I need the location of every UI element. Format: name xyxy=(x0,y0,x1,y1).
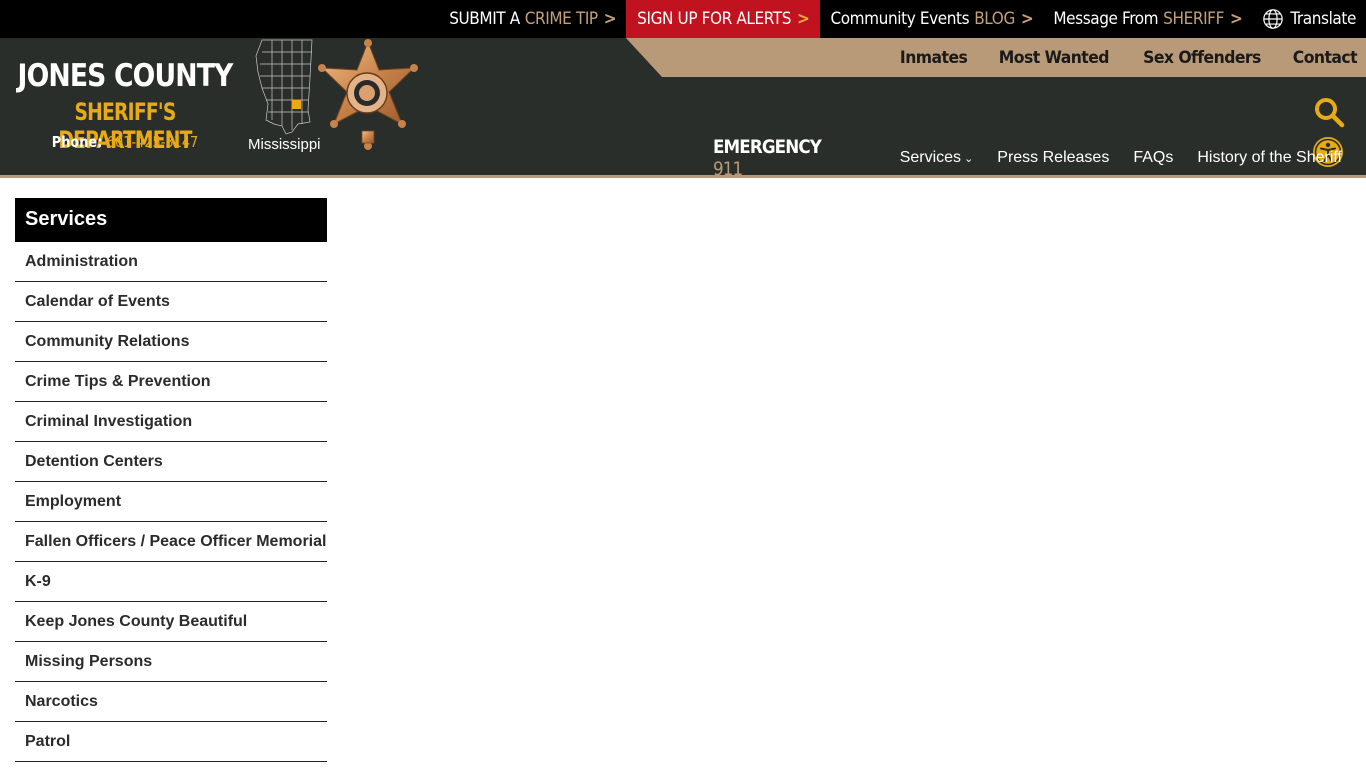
sidebar-item-detention-centers[interactable]: Detention Centers xyxy=(15,442,327,482)
chevron-right-icon: > xyxy=(603,9,617,29)
emergency-label: EMERGENCY xyxy=(713,136,822,158)
nav-item-services-label: Services xyxy=(899,149,962,166)
sign-up-alerts-link[interactable]: SIGN UP FOR ALERTS > xyxy=(626,0,821,38)
subnav-item-inmates[interactable]: Inmates xyxy=(900,48,968,68)
community-events-blog-highlight: BLOG xyxy=(974,9,1015,29)
globe-icon xyxy=(1263,9,1284,29)
chevron-right-icon: > xyxy=(797,9,810,29)
phone-label: Phone: xyxy=(51,133,103,151)
nav-item-history-of-the-sheriff[interactable]: History of the Sheriff xyxy=(1197,149,1342,167)
brand-title: JONES COUNTY xyxy=(17,58,234,94)
nav-item-faqs[interactable]: FAQs xyxy=(1133,149,1173,167)
brand-logo-link[interactable]: JONES COUNTY SHERIFF'S DEPARTMENT Phone:… xyxy=(0,38,250,178)
nav-item-press-releases[interactable]: Press Releases xyxy=(997,149,1109,167)
message-from-sheriff-prefix: Message From xyxy=(1053,9,1159,29)
sidebar-item-keep-jones-county-beautiful[interactable]: Keep Jones County Beautiful xyxy=(15,602,327,642)
translate-label: Translate xyxy=(1290,9,1356,29)
sidebar-item-patrol[interactable]: Patrol xyxy=(15,722,327,762)
community-events-blog-prefix: Community Events xyxy=(830,9,970,29)
main-nav: EMERGENCY 911 Services ⌄ Press Releases F… xyxy=(713,136,1366,180)
submit-crime-tip-highlight: CRIME TIP xyxy=(524,9,598,29)
secondary-nav: Inmates Most Wanted Sex Offenders Contac… xyxy=(626,38,1366,77)
sidebar-item-k9[interactable]: K-9 xyxy=(15,562,327,602)
sidebar-item-fallen-officers[interactable]: Fallen Officers / Peace Officer Memorial xyxy=(15,522,327,562)
subnav-item-contact[interactable]: Contact xyxy=(1293,48,1358,68)
sidebar-item-employment[interactable]: Employment xyxy=(15,482,327,522)
sidebar-item-missing-persons[interactable]: Missing Persons xyxy=(15,642,327,682)
chevron-right-icon: > xyxy=(1229,9,1243,29)
brand-phone: Phone: 601-425-3147 xyxy=(18,133,233,151)
translate-button[interactable]: Translate xyxy=(1252,0,1366,38)
submit-crime-tip-link[interactable]: SUBMIT A CRIME TIP > xyxy=(439,0,626,38)
services-sidebar: Services Administration Calendar of Even… xyxy=(15,198,327,762)
subnav-item-sex-offenders[interactable]: Sex Offenders xyxy=(1143,48,1261,68)
top-utility-bar: SUBMIT A CRIME TIP > SIGN UP FOR ALERTS … xyxy=(0,0,1366,38)
sheriff-star-badge-icon xyxy=(318,39,418,150)
chevron-down-icon: ⌄ xyxy=(964,153,974,165)
emergency-number[interactable]: EMERGENCY 911 xyxy=(713,136,854,180)
submit-crime-tip-prefix: SUBMIT A xyxy=(449,9,520,29)
sidebar-title: Services xyxy=(15,198,327,242)
message-from-sheriff-link[interactable]: Message From SHERIFF > xyxy=(1043,0,1252,38)
sidebar-item-administration[interactable]: Administration xyxy=(15,242,327,282)
nav-item-services[interactable]: Services ⌄ xyxy=(900,149,974,167)
search-icon[interactable] xyxy=(1313,96,1345,128)
site-header: JONES COUNTY SHERIFF'S DEPARTMENT Phone:… xyxy=(0,38,1366,180)
sidebar-item-community-relations[interactable]: Community Relations xyxy=(15,322,327,362)
emergency-digits: 911 xyxy=(713,158,743,180)
community-events-blog-link[interactable]: Community Events BLOG > xyxy=(820,0,1043,38)
sidebar-item-crime-tips-prevention[interactable]: Crime Tips & Prevention xyxy=(15,362,327,402)
message-from-sheriff-highlight: SHERIFF xyxy=(1163,9,1224,29)
mississippi-county-map-icon xyxy=(255,39,313,135)
sign-up-alerts-label: SIGN UP FOR ALERTS xyxy=(637,9,792,29)
sidebar-item-narcotics[interactable]: Narcotics xyxy=(15,682,327,722)
sidebar-item-criminal-investigation[interactable]: Criminal Investigation xyxy=(15,402,327,442)
phone-number[interactable]: 601-425-3147 xyxy=(107,133,198,151)
sidebar-item-calendar-of-events[interactable]: Calendar of Events xyxy=(15,282,327,322)
chevron-right-icon: > xyxy=(1020,9,1034,29)
subnav-item-most-wanted[interactable]: Most Wanted xyxy=(999,48,1110,68)
state-label: Mississippi xyxy=(248,136,321,153)
